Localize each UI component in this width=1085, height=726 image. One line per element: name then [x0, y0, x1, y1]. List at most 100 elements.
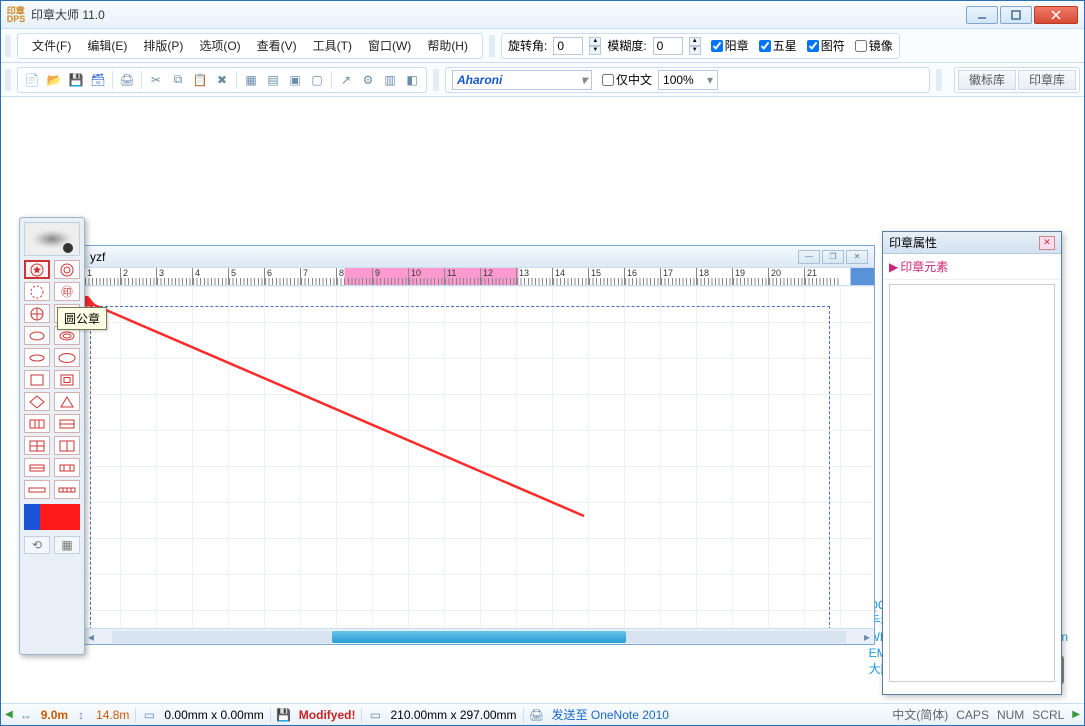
tab-badge-library[interactable]: 徽标库 [958, 70, 1016, 90]
paste-button[interactable]: 📋 [190, 70, 210, 90]
shape-grid-3x2[interactable] [54, 436, 80, 455]
zoom-select[interactable]: 100% ▾ [658, 70, 718, 90]
shape-triangle[interactable] [54, 392, 80, 411]
grip-icon[interactable] [5, 35, 11, 57]
shape-round-star-ring[interactable] [54, 260, 80, 279]
shape-oval[interactable] [24, 326, 50, 345]
status-prev-icon[interactable]: ▶ [5, 709, 13, 720]
cut-button[interactable]: ✂ [146, 70, 166, 90]
grip-icon[interactable] [5, 69, 11, 91]
palette-tool-b[interactable]: ▦ [54, 536, 80, 554]
new-button[interactable]: 📄 [22, 70, 42, 90]
app-title: 印章大师 11.0 [31, 6, 105, 23]
scroll-track[interactable] [112, 631, 846, 643]
shape-square[interactable] [24, 370, 50, 389]
save-button[interactable]: 💾 [66, 70, 86, 90]
doc-close-button[interactable]: ✕ [846, 250, 868, 264]
shape-rect-2row[interactable] [54, 414, 80, 433]
tab-stamp-library[interactable]: 印章库 [1018, 70, 1076, 90]
shape-banner-thin[interactable] [24, 480, 50, 499]
print-button[interactable]: 🖨 [117, 70, 137, 90]
status-page-size: 210.00mm x 297.00mm [390, 708, 516, 722]
align-button[interactable]: ▦ [241, 70, 261, 90]
menu-view[interactable]: 查看(V) [249, 35, 305, 56]
arrow-right-icon: ▶ [889, 260, 898, 274]
shape-round-official[interactable] [24, 260, 50, 279]
settings-button[interactable]: ⚙ [358, 70, 378, 90]
blur-spinner[interactable]: ▲▼ [689, 37, 701, 55]
shape-oval-thin[interactable] [24, 348, 50, 367]
shape-round-dashed[interactable] [24, 282, 50, 301]
copy-button[interactable]: ⧉ [168, 70, 188, 90]
check-pattern[interactable]: 图符 [807, 37, 845, 54]
shape-square-ring[interactable] [54, 370, 80, 389]
properties-header[interactable]: 印章属性 ✕ [883, 232, 1061, 254]
shape-round-fan[interactable] [24, 304, 50, 323]
status-send-target[interactable]: 发送至 OneNote 2010 [552, 706, 669, 723]
eye-preview-icon[interactable] [24, 222, 80, 256]
library-tabs: 徽标库 印章库 [954, 67, 1080, 93]
check-star[interactable]: 五星 [759, 37, 797, 54]
group-button[interactable]: ▣ [285, 70, 305, 90]
menu-tools[interactable]: 工具(T) [305, 35, 360, 56]
horizontal-ruler[interactable]: 123456789101112131415161718192021 [84, 268, 874, 286]
check-mirror[interactable]: 镜像 [855, 37, 893, 54]
file-toolbar: 📄 📂 💾 🗃 🖨 ✂ ⧉ 📋 ✖ ▦ ▤ ▣ ▢ ↗ ⚙ ▥ ◧ [17, 67, 427, 93]
status-language[interactable]: 中文(简体) [892, 706, 948, 723]
window-minimize-button[interactable] [966, 6, 998, 24]
ungroup-button[interactable]: ▢ [307, 70, 327, 90]
canvas[interactable] [84, 286, 874, 628]
menu-layout[interactable]: 排版(P) [135, 35, 191, 56]
grip-icon[interactable] [936, 69, 942, 91]
horizontal-scrollbar[interactable]: ◂ ▸ [84, 628, 874, 644]
check-cn-only[interactable]: 仅中文 [602, 71, 652, 88]
shape-grid-2x2[interactable] [24, 436, 50, 455]
window-maximize-button[interactable] [1000, 6, 1032, 24]
properties-group-header[interactable]: ▶印章元素 [883, 254, 1061, 280]
color-blue[interactable] [24, 504, 40, 530]
open-button[interactable]: 📂 [44, 70, 64, 90]
properties-close-button[interactable]: ✕ [1039, 236, 1055, 250]
menu-options[interactable]: 选项(O) [191, 35, 248, 56]
ruler-tick: 20 [768, 268, 804, 285]
scroll-right-icon[interactable]: ▸ [860, 630, 874, 644]
rotate-spinner[interactable]: ▲▼ [589, 37, 601, 55]
layers-button[interactable]: ▥ [380, 70, 400, 90]
ruler-tick: 14 [552, 268, 588, 285]
shape-banner-cells[interactable] [54, 480, 80, 499]
menu-file[interactable]: 文件(F) [24, 35, 79, 56]
annotation-arrow [84, 296, 604, 526]
grip-icon[interactable] [433, 69, 439, 91]
palette-tool-a[interactable]: ⟲ [24, 536, 50, 554]
shape-banner-split[interactable] [24, 458, 50, 477]
check-yang[interactable]: 阳章 [711, 37, 749, 54]
shape-round-text[interactable]: ㊞ [54, 282, 80, 301]
rotate-input[interactable] [553, 37, 583, 55]
export-button[interactable]: ↗ [336, 70, 356, 90]
scroll-left-icon[interactable]: ◂ [84, 630, 98, 644]
shape-diamond[interactable] [24, 392, 50, 411]
status-y: 14.8m [96, 708, 129, 722]
properties-body[interactable] [889, 284, 1055, 682]
delete-button[interactable]: ✖ [212, 70, 232, 90]
document-window: yzf — ❐ ✕ 123456789101112131415161718192… [83, 245, 875, 645]
shape-banner-text[interactable] [54, 458, 80, 477]
window-close-button[interactable] [1034, 6, 1078, 24]
doc-restore-button[interactable]: ❐ [822, 250, 844, 264]
status-next-icon[interactable]: ▶ [1072, 709, 1080, 720]
menu-help[interactable]: 帮助(H) [419, 35, 476, 56]
font-select[interactable]: Aharoni ▾ [452, 70, 592, 90]
shape-rect-3col[interactable] [24, 414, 50, 433]
document-titlebar[interactable]: yzf — ❐ ✕ [84, 246, 874, 268]
blur-input[interactable] [653, 37, 683, 55]
grip-icon[interactable] [489, 35, 495, 57]
doc-minimize-button[interactable]: — [798, 250, 820, 264]
scroll-thumb[interactable] [332, 631, 626, 643]
color-red[interactable] [40, 504, 80, 530]
distribute-button[interactable]: ▤ [263, 70, 283, 90]
saveall-button[interactable]: 🗃 [88, 70, 108, 90]
menu-edit[interactable]: 编辑(E) [79, 35, 135, 56]
menu-window[interactable]: 窗口(W) [360, 35, 419, 56]
preview-button[interactable]: ◧ [402, 70, 422, 90]
shape-oval-wide[interactable] [54, 348, 80, 367]
